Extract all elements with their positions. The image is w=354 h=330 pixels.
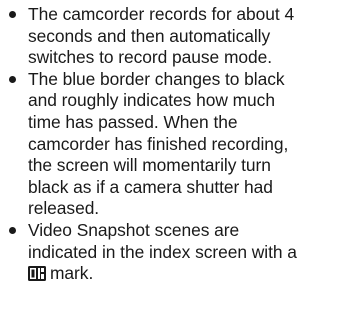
text-line: the screen will momentarily turn <box>28 155 271 176</box>
text-line: released. <box>28 198 100 219</box>
text-line: indicated in the index screen with a <box>28 241 297 262</box>
bullet-list: The camcorder records for about 4 second… <box>4 4 348 285</box>
bullet-icon <box>9 75 16 83</box>
bullet-icon <box>9 226 16 234</box>
text-line: camcorder has finished recording, <box>28 133 289 154</box>
text-line-with-icon: mark. <box>28 263 348 285</box>
text-line: seconds and then automatically <box>28 25 271 46</box>
manual-page: The camcorder records for about 4 second… <box>0 0 354 330</box>
text-line: black as if a camera shutter had <box>28 176 273 197</box>
text-line: switches to record pause mode. <box>28 47 273 68</box>
bullet-item-record-duration: The camcorder records for about 4 second… <box>4 4 348 69</box>
bullet-icon <box>9 11 16 18</box>
text-line: and roughly indicates how much <box>28 90 275 111</box>
bullet-item-border-indicator: The blue border changes to black and rou… <box>4 69 348 220</box>
mark-label: mark. <box>50 263 94 284</box>
bullet-item-index-mark: Video Snapshot scenes are indicated in t… <box>4 220 348 285</box>
text-line: Video Snapshot scenes are <box>28 219 240 240</box>
text-line: The blue border changes to black <box>28 68 285 89</box>
text-line: The camcorder records for about 4 <box>28 4 295 24</box>
video-snapshot-icon <box>28 265 46 282</box>
text-line: time has passed. When the <box>28 111 238 132</box>
